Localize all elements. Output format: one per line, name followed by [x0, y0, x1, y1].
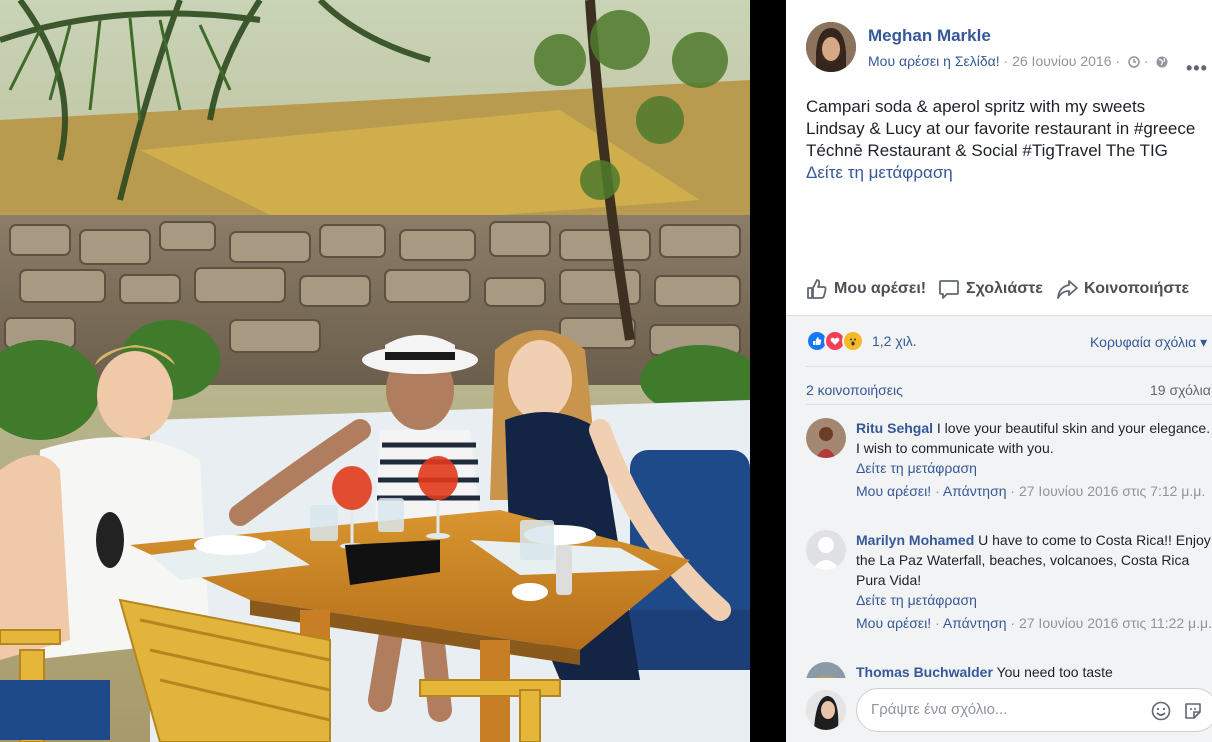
- wow-reaction-icon: [842, 330, 864, 352]
- globe-icon: [1156, 55, 1168, 68]
- meta-separator: ·: [935, 483, 940, 499]
- like-page-link[interactable]: Μου αρέσει η Σελίδα!: [868, 53, 1000, 69]
- shares-count[interactable]: 2 κοινοποιήσεις: [806, 382, 903, 398]
- comment-label: Σχολιάστε: [966, 280, 1043, 297]
- page-name[interactable]: Meghan Markle: [868, 26, 991, 46]
- caption-line: Campari soda & aperol spritz with my swe…: [806, 97, 1146, 116]
- comment-icon: [939, 280, 959, 299]
- comment-meta: Μου αρέσει! · Απάντηση · 27 Ιουνίου 2016…: [856, 613, 1212, 633]
- top-comments-label: Κορυφαία σχόλια: [1090, 334, 1197, 350]
- clock-icon: [1128, 55, 1140, 68]
- meta-separator: ·: [1010, 615, 1016, 631]
- comment-input[interactable]: [869, 700, 1133, 719]
- reactions-count[interactable]: 1,2 χιλ.: [872, 333, 917, 349]
- caption-line: Lindsay & Lucy at our favorite restauran…: [806, 119, 1196, 138]
- post-photo[interactable]: [0, 0, 750, 742]
- commenter-name[interactable]: Ritu Sehgal: [856, 420, 933, 436]
- see-translation-link[interactable]: Δείτε τη μετάφραση: [856, 590, 1212, 610]
- meta-separator-3: ·: [1143, 53, 1149, 69]
- chevron-down-icon: ▾: [1200, 334, 1208, 350]
- share-icon: [1057, 280, 1078, 299]
- comment-body: Marilyn Mohamed U have to come to Costa …: [856, 530, 1212, 633]
- thumbs-up-icon: [807, 279, 827, 299]
- commenter-name[interactable]: Marilyn Mohamed: [856, 532, 974, 548]
- comment-button[interactable]: Σχολιάστε: [938, 278, 1043, 300]
- see-translation-link[interactable]: Δείτε τη μετάφραση: [856, 458, 1212, 478]
- comment-composer: [786, 678, 1212, 742]
- caption-line: Téchnē Restaurant & Social #TigTravel Th…: [806, 141, 1168, 160]
- emoji-icon[interactable]: [1151, 701, 1171, 726]
- comment-input-box[interactable]: [856, 688, 1212, 732]
- commenter-avatar[interactable]: [806, 418, 846, 458]
- meta-separator: ·: [1010, 483, 1016, 499]
- top-comments-dropdown[interactable]: Κορυφαία σχόλια ▾: [1090, 334, 1207, 351]
- sticker-icon[interactable]: [1183, 701, 1203, 726]
- post-date[interactable]: 26 Ιουνίου 2016: [1012, 53, 1111, 69]
- divider: [806, 366, 1212, 367]
- photo-viewer: [0, 0, 786, 742]
- post-side-panel: Meghan Markle Μου αρέσει η Σελίδα! · 26 …: [786, 0, 1212, 742]
- post-meta: Μου αρέσει η Σελίδα! · 26 Ιουνίου 2016 ·…: [868, 53, 1168, 69]
- reactions-summary[interactable]: 1,2 χιλ.: [806, 330, 917, 352]
- post-caption: Campari soda & aperol spritz with my swe…: [806, 96, 1212, 184]
- current-user-avatar: [806, 690, 846, 730]
- photo-illustration: [0, 0, 750, 742]
- see-translation-link[interactable]: Δείτε τη μετάφραση: [806, 162, 1212, 184]
- comment-time[interactable]: 27 Ιουνίου 2016 στις 7:12 μ.μ.: [1019, 483, 1205, 499]
- action-bar: Μου αρέσει! Σχολιάστε Κοινοποιήστε: [806, 278, 1212, 304]
- like-label: Μου αρέσει!: [834, 280, 927, 297]
- divider: [806, 404, 1212, 405]
- meta-separator: ·: [1003, 53, 1009, 69]
- comment-like-link[interactable]: Μου αρέσει!: [856, 615, 931, 631]
- meta-separator-2: ·: [1115, 53, 1121, 69]
- comment-reply-link[interactable]: Απάντηση: [943, 483, 1007, 499]
- post-header: Meghan Markle Μου αρέσει η Σελίδα! · 26 …: [806, 22, 1212, 78]
- comment-time[interactable]: 27 Ιουνίου 2016 στις 11:22 μ.μ.: [1019, 615, 1212, 631]
- meta-separator: ·: [935, 615, 940, 631]
- avatar-image: [806, 22, 856, 72]
- comment-body: Ritu Sehgal I love your beautiful skin a…: [856, 418, 1212, 501]
- share-button[interactable]: Κοινοποιήστε: [1056, 278, 1189, 300]
- like-button[interactable]: Μου αρέσει!: [806, 278, 926, 300]
- comment-like-link[interactable]: Μου αρέσει!: [856, 483, 931, 499]
- comment-reply-link[interactable]: Απάντηση: [943, 615, 1007, 631]
- commenter-avatar[interactable]: [806, 530, 846, 570]
- share-label: Κοινοποιήστε: [1084, 280, 1190, 297]
- comments-section: 1,2 χιλ. Κορυφαία σχόλια ▾ 2 κοινοποιήσε…: [786, 316, 1212, 742]
- comments-count[interactable]: 19 σχόλια: [1150, 382, 1211, 398]
- page-avatar[interactable]: [806, 22, 856, 72]
- more-options-icon[interactable]: •••: [1186, 58, 1208, 79]
- comment-meta: Μου αρέσει! · Απάντηση · 27 Ιουνίου 2016…: [856, 481, 1212, 501]
